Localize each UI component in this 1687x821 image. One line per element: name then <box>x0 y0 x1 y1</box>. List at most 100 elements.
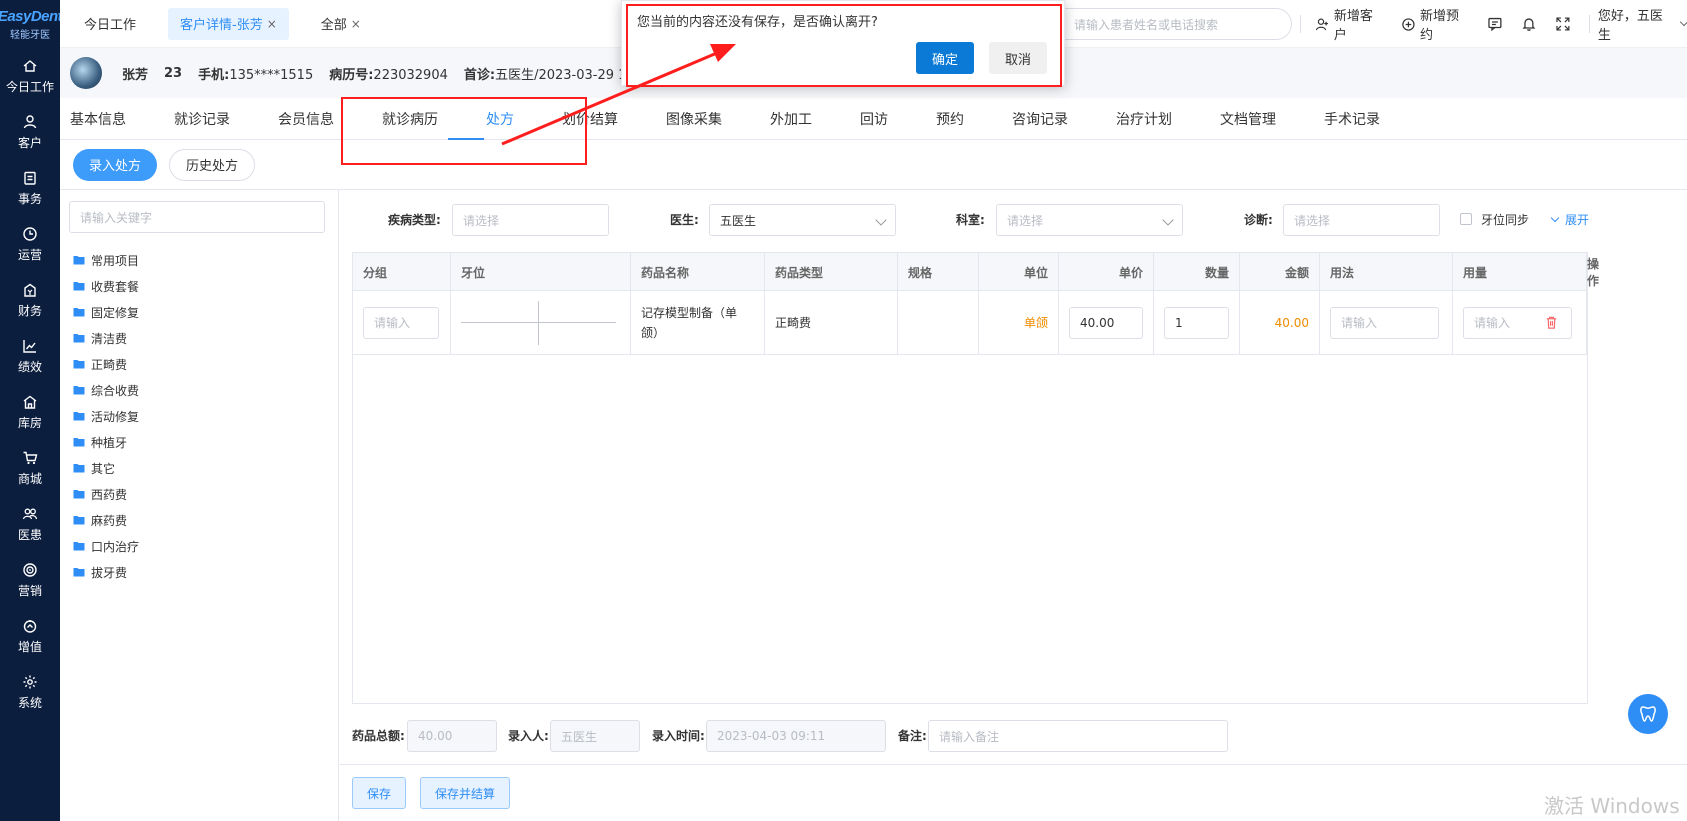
tree-item[interactable]: 固定修复 <box>73 299 139 325</box>
tab-customer-detail[interactable]: 客户详情-张芳 × <box>168 7 289 40</box>
message-icon[interactable] <box>1487 16 1503 32</box>
category-list: 常用项目收费套餐 固定修复 清洁费正畸费综合收费 活动修复 种植牙 其它 西药费麻药费口内治… <box>73 247 139 585</box>
tab-consult-records[interactable]: 咨询记录 <box>1012 109 1068 129</box>
note-input[interactable]: 请输入备注 <box>928 720 1228 752</box>
tab-follow-up[interactable]: 回访 <box>860 109 888 129</box>
tree-item[interactable]: 活动修复 <box>73 403 139 429</box>
tree-item-label: 正畸费 <box>91 357 128 372</box>
windows-activation-watermark: 激活 Windows <box>1544 794 1680 818</box>
folder-icon <box>73 256 85 265</box>
tree-item[interactable]: 清洁费 <box>73 325 139 351</box>
tooth-chart-vline <box>538 300 539 345</box>
tooth-sync-checkbox[interactable] <box>1460 213 1472 225</box>
enter-prescription-button[interactable]: 录入处方 <box>73 148 158 181</box>
sidebar-item-affairs[interactable]: 事务 <box>0 160 60 216</box>
tab-member-info[interactable]: 会员信息 <box>278 109 334 129</box>
gear-icon <box>23 675 37 688</box>
tree-item[interactable]: 常用项目 <box>73 247 139 273</box>
tree-item[interactable]: 口内治疗 <box>73 533 139 559</box>
fullscreen-icon[interactable] <box>1555 16 1571 32</box>
drug-name: 记存模型制备（单颌） <box>641 305 738 340</box>
tree-item-label: 麻药费 <box>91 513 128 528</box>
diagnosis-select[interactable]: 请选择 <box>1283 204 1440 236</box>
chevron-down-icon <box>1162 214 1174 226</box>
tab-basic-info[interactable]: 基本信息 <box>70 109 126 129</box>
department-select[interactable]: 请选择 <box>996 204 1183 236</box>
doctor-select[interactable]: 五医生 <box>709 204 896 236</box>
tree-item[interactable]: 麻药费 <box>73 507 139 533</box>
tree-item[interactable]: 种植牙 <box>73 429 139 455</box>
entry-time-label: 录入时间: <box>652 729 705 743</box>
sidebar-item-marketing[interactable]: 营销 <box>0 552 60 608</box>
close-icon[interactable]: × <box>351 17 361 31</box>
brand-name: EasyDent <box>0 7 63 25</box>
clock-icon <box>23 226 37 241</box>
tab-surgery-records[interactable]: 手术记录 <box>1324 109 1380 129</box>
chevron-down-icon[interactable] <box>1679 17 1687 27</box>
cell-unit[interactable]: 单颌 <box>979 291 1059 354</box>
app-logo: EasyDent 轻能牙医 <box>0 0 63 48</box>
sidebar-item-doctor-patient[interactable]: 医患 <box>0 496 60 552</box>
sidebar-item-finance[interactable]: 财务 <box>0 272 60 328</box>
sidebar-item-value-added[interactable]: 增值 <box>0 608 60 664</box>
usage-input[interactable]: 请输入 <box>1330 306 1439 339</box>
tab-documents[interactable]: 文档管理 <box>1220 109 1276 129</box>
folder-icon <box>73 386 85 395</box>
sidebar-item-mall[interactable]: 商城 <box>0 440 60 496</box>
user-greeting[interactable]: 您好，五医生 <box>1598 5 1675 43</box>
new-customer-button[interactable]: 新增客户 <box>1315 5 1385 43</box>
keyword-search-input[interactable]: 请输入关键字 <box>69 201 325 233</box>
tab-image-capture[interactable]: 图像采集 <box>666 109 722 129</box>
new-appointment-button[interactable]: 新增预约 <box>1401 5 1471 43</box>
delete-icon[interactable] <box>1544 315 1559 330</box>
tree-item-label: 常用项目 <box>91 253 140 268</box>
tooth-sync-label: 牙位同步 <box>1481 213 1530 227</box>
cart-icon <box>23 451 38 464</box>
floating-tooth-button[interactable] <box>1628 694 1668 734</box>
sidebar-item-customer[interactable]: 客户 <box>0 104 60 160</box>
tree-item[interactable]: 综合收费 <box>73 377 139 403</box>
entered-by-field: 五医生 <box>550 720 640 752</box>
tree-item[interactable]: 正畸费 <box>73 351 139 377</box>
cell-tooth-position[interactable] <box>451 291 631 354</box>
sidebar-item-system[interactable]: 系统 <box>0 664 60 720</box>
tab-today-work[interactable]: 今日工作 <box>72 8 148 40</box>
sidebar-item-label: 商城 <box>17 471 42 486</box>
col-dosage: 用量 <box>1453 253 1587 291</box>
unit-link[interactable]: 单颌 <box>1024 314 1048 331</box>
tab-appointment[interactable]: 预约 <box>936 109 964 129</box>
new-customer-label: 新增客户 <box>1333 9 1373 43</box>
folder-icon <box>73 464 85 473</box>
entry-time-field: 2023-04-03 09:11 <box>706 720 886 752</box>
tab-treatment-plan[interactable]: 治疗计划 <box>1116 109 1172 129</box>
tab-all[interactable]: 全部 × <box>309 8 373 40</box>
tooth-chart-cross[interactable] <box>461 300 616 345</box>
patient-name: 张芳 <box>122 67 149 83</box>
save-and-settle-button[interactable]: 保存并结算 <box>420 777 511 809</box>
bell-icon[interactable] <box>1521 16 1537 32</box>
quantity-input[interactable]: 1 <box>1164 306 1229 339</box>
tab-outsourcing[interactable]: 外加工 <box>770 109 812 129</box>
expand-filters-button[interactable]: 展开 <box>1550 211 1589 228</box>
folder-icon <box>73 334 85 343</box>
warehouse-icon <box>23 395 37 409</box>
tree-item[interactable]: 拔牙费 <box>73 559 139 585</box>
divider <box>1588 15 1590 33</box>
close-icon[interactable]: × <box>267 17 277 31</box>
tree-item[interactable]: 其它 <box>73 455 139 481</box>
sidebar-item-operations[interactable]: 运营 <box>0 216 60 272</box>
sidebar-item-warehouse[interactable]: 库房 <box>0 384 60 440</box>
tree-item[interactable]: 西药费 <box>73 481 139 507</box>
sidebar-item-today[interactable]: 今日工作 <box>0 48 60 104</box>
group-input[interactable]: 请输入 <box>363 306 439 339</box>
history-prescription-button[interactable]: 历史处方 <box>169 148 256 181</box>
unit-price-input[interactable]: 40.00 <box>1069 306 1143 339</box>
sidebar-item-performance[interactable]: 绩效 <box>0 328 60 384</box>
tab-visit-records[interactable]: 就诊记录 <box>174 109 230 129</box>
tree-item[interactable]: 收费套餐 <box>73 273 139 299</box>
col-unit: 单位 <box>979 253 1059 291</box>
save-button[interactable]: 保存 <box>352 777 407 809</box>
disease-type-select[interactable]: 请选择 <box>452 204 609 236</box>
growth-icon <box>23 619 37 633</box>
brand-subtitle: 轻能牙医 <box>10 29 50 41</box>
